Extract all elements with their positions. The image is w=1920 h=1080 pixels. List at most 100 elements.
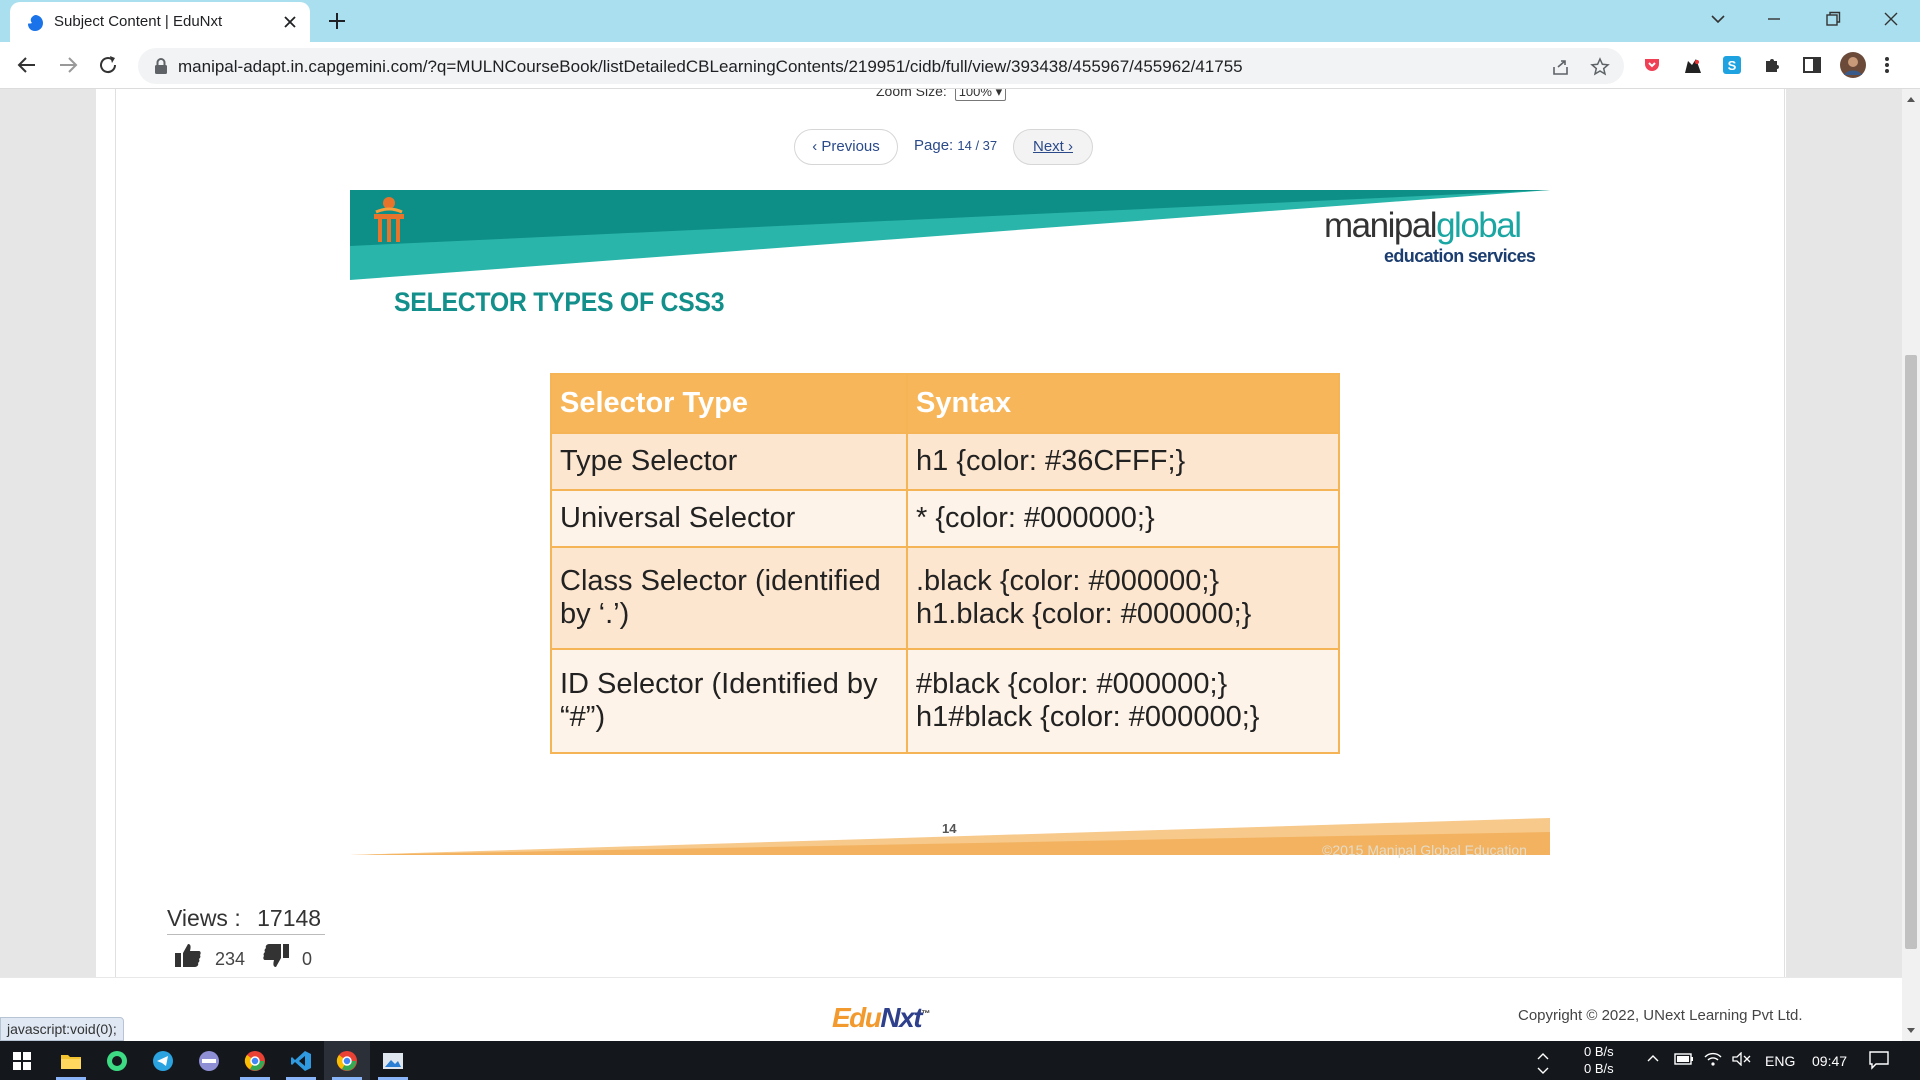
- slide-number: 14: [942, 821, 957, 836]
- site-footer: EduNxt™ Copyright © 2022, UNext Learning…: [0, 977, 1902, 1041]
- back-icon[interactable]: [16, 54, 38, 76]
- slide: manipalglobal education services SELECTO…: [350, 190, 1550, 890]
- selector-type-cell: Universal Selector: [550, 489, 908, 548]
- views-counter: Views : 17148: [167, 905, 321, 932]
- network-upload-speed: 0 B/s: [1584, 1044, 1614, 1059]
- reload-icon[interactable]: [97, 54, 119, 76]
- syntax-line: * {color: #000000;}: [916, 502, 1155, 535]
- manipal-global-logo: manipalglobal: [1324, 206, 1522, 246]
- next-page-button[interactable]: Next ›: [1013, 129, 1093, 165]
- manipal-emblem-icon: [374, 197, 404, 242]
- edunxt-favicon-icon: [26, 14, 44, 32]
- scroll-up-arrow-icon[interactable]: [1906, 95, 1916, 103]
- selector-type-cell: Class Selector (identified by ‘.’): [550, 546, 908, 650]
- windows-taskbar: 0 B/s 0 B/s ENG 09:47: [0, 1041, 1920, 1080]
- chrome-icon[interactable]: [232, 1041, 278, 1080]
- pocket-extension-icon[interactable]: [1642, 55, 1662, 75]
- table-header-cell: Selector Type: [550, 373, 908, 434]
- show-hidden-icons-icon[interactable]: [1646, 1053, 1660, 1063]
- brand-subtitle: education services: [1384, 246, 1536, 266]
- tab-search-chevron-icon[interactable]: [1709, 10, 1727, 28]
- syntax-cell: * {color: #000000;}: [906, 489, 1340, 548]
- chrome-menu-icon[interactable]: [1884, 55, 1890, 75]
- syntax-line: h1 {color: #36CFFF;}: [916, 445, 1186, 478]
- scroll-down-arrow-icon[interactable]: [1906, 1027, 1916, 1035]
- tray-chevron-up-icon[interactable]: [1536, 1051, 1550, 1061]
- thumbs-up-icon[interactable]: [174, 942, 202, 968]
- selector-type-cell: ID Selector (Identified by “#”): [550, 648, 908, 754]
- bookmark-star-icon[interactable]: [1590, 57, 1610, 77]
- forward-icon[interactable]: [57, 54, 79, 76]
- table-row: Type Selector h1 {color: #36CFFF;}: [550, 432, 1340, 491]
- table-row: Universal Selector * {color: #000000;}: [550, 489, 1340, 548]
- extension-cat-icon[interactable]: [1682, 55, 1704, 75]
- selector-table: Selector Type Syntax Type Selector h1 {c…: [550, 373, 1340, 754]
- window-close-icon[interactable]: [1882, 10, 1900, 28]
- address-bar[interactable]: manipal-adapt.in.capgemini.com/?q=MULNCo…: [138, 48, 1624, 84]
- browser-tab-strip: Subject Content | EduNxt: [0, 0, 1920, 42]
- browser-toolbar: manipal-adapt.in.capgemini.com/?q=MULNCo…: [0, 42, 1920, 89]
- notifications-icon[interactable]: [1868, 1050, 1890, 1070]
- zoom-label: Zoom Size:: [876, 89, 947, 99]
- restore-icon[interactable]: [1824, 10, 1842, 28]
- syntax-cell: #black {color: #000000;} h1#black {color…: [906, 648, 1340, 754]
- extensions-puzzle-icon[interactable]: [1762, 55, 1782, 75]
- page-numbers: 14 / 37: [957, 138, 998, 153]
- new-tab-icon[interactable]: [326, 10, 348, 32]
- footer-copyright: Copyright © 2022, UNext Learning Pvt Ltd…: [1518, 1007, 1803, 1024]
- zoom-select[interactable]: 100% ▾: [954, 89, 1007, 101]
- zoom-control: Zoom Size: 100% ▾: [876, 89, 1007, 101]
- photos-app-icon[interactable]: [370, 1041, 416, 1080]
- language-indicator[interactable]: ENG: [1765, 1053, 1795, 1069]
- tray-chevron-down-icon[interactable]: [1536, 1066, 1550, 1076]
- brand-light-text: global: [1436, 206, 1522, 245]
- syntax-line: .black {color: #000000;}: [916, 565, 1220, 598]
- tab-title: Subject Content | EduNxt: [54, 13, 223, 30]
- chrome-active-icon[interactable]: [324, 1041, 370, 1080]
- minimize-icon[interactable]: [1765, 10, 1783, 28]
- android-app-icon[interactable]: [94, 1041, 140, 1080]
- previous-page-button[interactable]: ‹ Previous: [794, 129, 898, 165]
- table-header-row: Selector Type Syntax: [550, 373, 1340, 434]
- tab-close-icon[interactable]: [282, 14, 298, 30]
- page-label: Page:: [914, 137, 954, 154]
- views-divider: [167, 934, 325, 935]
- table-row: ID Selector (Identified by “#”) #black {…: [550, 648, 1340, 754]
- share-icon[interactable]: [1551, 58, 1571, 76]
- selector-type-cell: Type Selector: [550, 432, 908, 491]
- logo-part: xt: [899, 1002, 922, 1033]
- brand-dark-text: manipal: [1324, 206, 1438, 245]
- table-header-cell: Syntax: [906, 373, 1340, 434]
- telegram-icon[interactable]: [140, 1041, 186, 1080]
- syntax-cell: .black {color: #000000;} h1.black {color…: [906, 546, 1340, 650]
- status-bar-url: javascript:void(0);: [0, 1017, 124, 1041]
- svg-text:S: S: [1728, 58, 1737, 73]
- windows-start-icon[interactable]: [0, 1041, 46, 1080]
- screen: Subject Content | EduNxt manipal-adapt.i…: [0, 0, 1920, 1080]
- page-indicator: Page: 14 / 37: [914, 137, 997, 154]
- likes-count: 234: [215, 949, 246, 969]
- slide-copyright: ©2015 Manipal Global Education: [1322, 842, 1527, 858]
- page-scrollbar[interactable]: [1902, 89, 1920, 1041]
- browser-tab[interactable]: Subject Content | EduNxt: [10, 2, 310, 42]
- syntax-cell: h1 {color: #36CFFF;}: [906, 432, 1340, 491]
- file-explorer-icon[interactable]: [48, 1041, 94, 1080]
- profile-avatar[interactable]: [1840, 52, 1866, 78]
- app-icon[interactable]: [186, 1041, 232, 1080]
- wifi-icon[interactable]: [1704, 1051, 1722, 1067]
- vscode-icon[interactable]: [278, 1041, 324, 1080]
- volume-muted-icon[interactable]: [1732, 1052, 1752, 1066]
- views-label: Views :: [167, 905, 241, 931]
- url-text[interactable]: manipal-adapt.in.capgemini.com/?q=MULNCo…: [178, 57, 1243, 77]
- thumbs-down-icon[interactable]: [262, 943, 290, 969]
- battery-icon[interactable]: [1674, 1052, 1694, 1066]
- clock[interactable]: 09:47: [1812, 1053, 1847, 1069]
- lock-icon[interactable]: [154, 58, 168, 74]
- edunxt-logo: EduNxt™: [832, 1002, 930, 1034]
- s-extension-icon[interactable]: S: [1722, 55, 1742, 75]
- page-content: Zoom Size: 100% ▾ ‹ Previous Page: 14 / …: [0, 89, 1902, 977]
- side-panel-icon[interactable]: [1802, 55, 1822, 75]
- scrollbar-thumb[interactable]: [1905, 355, 1917, 949]
- logo-trademark: ™: [921, 1008, 930, 1019]
- views-count: 17148: [257, 905, 322, 931]
